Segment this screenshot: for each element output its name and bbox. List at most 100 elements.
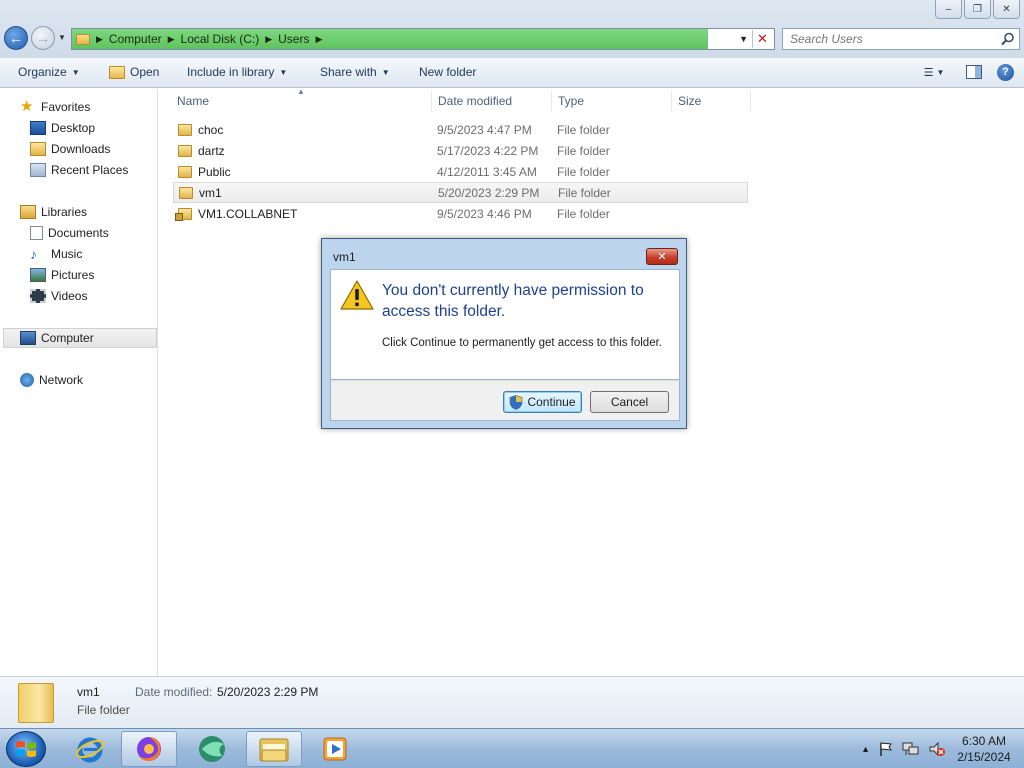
address-dropdown-icon[interactable]: ▼ [739,34,748,44]
cancel-button[interactable]: Cancel [590,391,669,413]
continue-button[interactable]: Continue [503,391,582,413]
restore-button[interactable]: ❐ [964,0,991,19]
folder-icon [76,33,90,45]
nav-desktop-label: Desktop [51,121,96,135]
chevron-right-icon[interactable]: ▶ [168,34,175,45]
open-label: Open [130,65,160,79]
search-icon[interactable] [1001,32,1015,46]
address-bar[interactable]: ▶ Computer ▶ Local Disk (C:) ▶ Users ▶ ▼… [71,28,775,50]
action-center-flag-icon[interactable] [878,741,894,757]
clock-date: 2/15/2024 [957,750,1011,764]
chevron-down-icon: ▼ [71,67,80,77]
downloads-icon [30,142,46,156]
file-row[interactable]: dartz 5/17/2023 4:22 PM File folder [173,140,748,161]
chevron-right-icon[interactable]: ▶ [315,34,322,45]
file-row[interactable]: Public 4/12/2011 3:45 AM File folder [173,161,748,182]
nav-pictures[interactable]: Pictures [30,266,94,284]
file-row[interactable]: VM1.COLLABNET 9/5/2023 4:46 PM File fold… [173,203,748,224]
file-date: 5/20/2023 2:29 PM [438,185,540,200]
nav-downloads[interactable]: Downloads [30,140,110,158]
file-date: 9/5/2023 4:46 PM [437,206,532,221]
breadcrumb-computer[interactable]: Computer [109,32,162,46]
include-in-library-button[interactable]: Include in library ▼ [187,65,287,79]
organize-label: Organize [18,65,67,79]
music-icon: ♪ [30,246,37,262]
breadcrumb-users[interactable]: Users [278,32,309,46]
organize-button[interactable]: Organize ▼ [18,65,80,79]
recent-pages-dropdown[interactable]: ▼ [58,33,66,42]
file-name: dartz [198,143,225,158]
column-type-header[interactable]: Type [540,89,670,113]
nav-libraries-label: Libraries [41,205,88,219]
nav-recent-places[interactable]: Recent Places [30,161,128,179]
details-name: vm1 [77,685,100,699]
nav-computer[interactable]: Computer [3,328,157,348]
recent-places-icon [30,163,46,177]
nav-desktop[interactable]: Desktop [30,119,95,137]
network-icon [20,373,34,387]
dialog-footer: Continue Cancel [330,380,680,421]
column-divider[interactable] [750,91,751,111]
windows-explorer-taskbar-button[interactable] [246,731,302,767]
file-type: File folder [557,143,610,158]
search-input[interactable] [790,32,990,46]
taskbar: ▲ 6:30 AM 2/15/2024 [0,728,1024,768]
chevron-right-icon[interactable]: ▶ [265,34,272,45]
preview-pane-button[interactable] [965,63,983,81]
internet-explorer-taskbar-button[interactable] [62,731,118,767]
pictures-icon [30,268,46,282]
file-name: vm1 [199,185,222,200]
nav-network[interactable]: Network [20,371,83,389]
stop-loading-button[interactable]: ✕ [752,30,772,48]
nav-network-label: Network [39,373,84,387]
documents-icon [30,226,43,240]
forward-button[interactable]: → [31,26,55,50]
column-date-label: Date modified [438,94,513,108]
folder-icon [178,144,192,157]
new-folder-label: New folder [419,65,477,79]
share-with-button[interactable]: Share with ▼ [320,65,390,79]
file-type: File folder [558,185,611,200]
chevron-right-icon[interactable]: ▶ [96,34,103,45]
network-status-icon[interactable] [902,741,920,757]
view-list-icon: ☰ [923,66,934,79]
open-button[interactable]: Open [109,65,159,79]
minimize-button[interactable]: – [935,0,962,19]
search-box[interactable] [782,28,1020,50]
computer-icon [20,331,36,345]
close-window-button[interactable]: ✕ [993,0,1020,19]
dialog-close-button[interactable]: ✕ [646,248,678,265]
folder-icon [178,123,192,136]
media-player-taskbar-button[interactable] [307,731,363,767]
dialog-message: You don't currently have permission to a… [382,282,644,320]
new-folder-button[interactable]: New folder [419,65,476,79]
column-size-header[interactable]: Size [660,89,750,113]
nav-videos[interactable]: Videos [30,287,87,305]
volume-muted-icon[interactable] [928,741,946,757]
start-button[interactable] [6,731,46,767]
videos-icon [30,289,46,303]
nav-music[interactable]: ♪ Music [30,245,82,263]
breadcrumb-local-disk[interactable]: Local Disk (C:) [181,32,260,46]
file-row-selected[interactable]: vm1 5/20/2023 2:29 PM File folder [173,182,748,203]
nav-documents-label: Documents [48,226,109,240]
show-hidden-icons-button[interactable]: ▲ [861,744,870,754]
column-name-header[interactable]: Name ▲ [159,87,431,113]
firefox-taskbar-button[interactable] [121,731,177,767]
column-date-header[interactable]: Date modified [420,89,550,113]
green-app-taskbar-button[interactable] [184,731,240,767]
nav-libraries[interactable]: Libraries [20,203,87,221]
file-row[interactable]: choc 9/5/2023 4:47 PM File folder [173,119,748,140]
chevron-down-icon: ▼ [936,67,945,77]
clock[interactable]: 6:30 AM 2/15/2024 [954,733,1014,765]
details-date-value: 5/20/2023 2:29 PM [217,685,319,699]
nav-favorites[interactable]: ★ Favorites [20,98,90,116]
window-controls: – ❐ ✕ [935,0,1020,19]
change-view-button[interactable]: ☰ ▼ [917,63,951,81]
details-type: File folder [77,703,130,717]
locked-folder-icon [175,207,192,221]
help-icon[interactable]: ? [997,63,1014,81]
back-button[interactable]: ← [4,26,28,50]
file-date: 9/5/2023 4:47 PM [437,122,532,137]
nav-documents[interactable]: Documents [30,224,109,242]
